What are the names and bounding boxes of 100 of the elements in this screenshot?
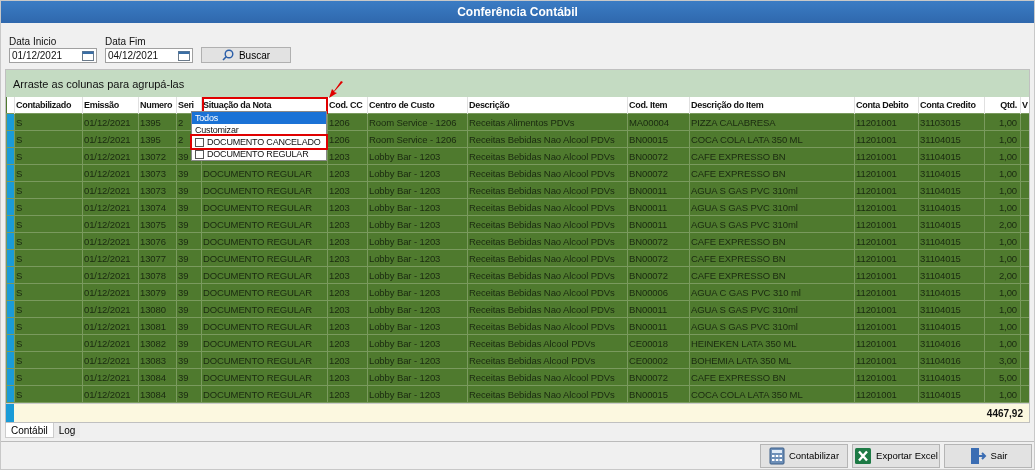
table-cell: 11201001 [854, 198, 919, 216]
table-cell: Lobby Bar - 1203 [367, 300, 468, 318]
table-cell: 31104015 [918, 283, 985, 301]
checkbox[interactable] [195, 149, 204, 159]
table-cell: CE00002 [627, 351, 690, 369]
table-cell: 1203 [327, 351, 368, 369]
table-cell: 01/12/2021 [82, 317, 139, 335]
column-header[interactable]: Qtd. [984, 97, 1021, 114]
table-cell: BOHEMIA LATA 350 ML [689, 351, 855, 369]
column-header[interactable]: Cod. Item [627, 97, 690, 114]
table-cell: 13080 [138, 300, 177, 318]
row-indicator[interactable] [6, 317, 15, 335]
table-cell: BN00015 [627, 385, 690, 403]
action-button[interactable]: Sair [944, 443, 1032, 468]
row-indicator[interactable] [6, 147, 15, 165]
table-cell: 1,00 [984, 164, 1021, 182]
table-cell: CE00018 [627, 334, 690, 352]
table-cell: CAFE EXPRESSO BN [689, 368, 855, 386]
row-indicator[interactable] [6, 215, 15, 233]
table-cell: DOCUMENTO REGULAR [201, 249, 328, 267]
table-cell: DOCUMENTO REGULAR [201, 198, 328, 216]
table-cell: MA00004 [627, 113, 690, 131]
table-cell: BN00011 [627, 300, 690, 318]
table-cell: S [14, 198, 83, 216]
search-button[interactable]: Buscar [201, 47, 291, 63]
calendar-icon[interactable] [82, 50, 94, 61]
table-cell: S [14, 147, 83, 165]
row-indicator[interactable] [6, 232, 15, 250]
action-button[interactable]: Exportar Excel [852, 443, 940, 468]
table-cell: 13084 [138, 368, 177, 386]
column-header[interactable]: Conta Debito [854, 97, 919, 114]
table-cell: AGUA S GAS PVC 310ml [689, 317, 855, 335]
date-field[interactable]: 04/12/2021 [105, 48, 193, 63]
table-cell: 31104015 [918, 249, 985, 267]
table-cell: 13077 [138, 249, 177, 267]
row-indicator[interactable] [6, 130, 15, 148]
date-field[interactable]: 01/12/2021 [9, 48, 97, 63]
row-indicator[interactable] [6, 368, 15, 386]
table-cell: 1395 [138, 130, 177, 148]
column-header[interactable]: Descrição [467, 97, 628, 114]
tab[interactable]: Contábil [5, 423, 54, 438]
table-cell: Receitas Bebidas Alcool PDVs [467, 351, 628, 369]
table-cell: 1,00 [984, 317, 1021, 335]
row-indicator[interactable] [6, 300, 15, 318]
table-cell: 01/12/2021 [82, 249, 139, 267]
table-cell: Lobby Bar - 1203 [367, 164, 468, 182]
table-cell: 1203 [327, 266, 368, 284]
table-cell: 01/12/2021 [82, 113, 139, 131]
filter-option[interactable]: Todos [192, 112, 326, 124]
row-indicator[interactable] [6, 113, 15, 131]
table-cell: 13075 [138, 215, 177, 233]
table-cell: 01/12/2021 [82, 130, 139, 148]
table-cell: Receitas Bebidas Nao Alcool PDVs [467, 249, 628, 267]
row-indicator[interactable] [6, 164, 15, 182]
column-header[interactable]: Numero [138, 97, 177, 114]
column-header[interactable]: Emissão [82, 97, 139, 114]
table-cell: 1,00 [984, 113, 1021, 131]
row-indicator[interactable] [6, 385, 15, 403]
checkbox[interactable] [195, 137, 204, 147]
table-cell: AGUA C GAS PVC 310 ml [689, 283, 855, 301]
row-indicator[interactable] [6, 266, 15, 284]
table-cell: Receitas Alimentos PDVs [467, 113, 628, 131]
calendar-icon[interactable] [178, 50, 190, 61]
table-cell: AGUA S GAS PVC 310ml [689, 198, 855, 216]
column-header[interactable]: Descrição do Item [689, 97, 855, 114]
table-cell: S [14, 181, 83, 199]
table-cell: 1,00 [984, 283, 1021, 301]
table-cell: 31104015 [918, 300, 985, 318]
table-cell: 1,00 [984, 385, 1021, 403]
row-indicator[interactable] [6, 198, 15, 216]
column-header[interactable]: Centro de Custo [367, 97, 468, 114]
column-header[interactable]: Contabilizado [14, 97, 83, 114]
table-cell: 11201001 [854, 232, 919, 250]
row-indicator[interactable] [6, 283, 15, 301]
table-cell: 31104016 [918, 351, 985, 369]
table-cell: S [14, 385, 83, 403]
row-indicator[interactable] [6, 249, 15, 267]
table-cell: BN00072 [627, 232, 690, 250]
table-cell: 13073 [138, 181, 177, 199]
table-cell: 01/12/2021 [82, 300, 139, 318]
table-cell: DOCUMENTO REGULAR [201, 368, 328, 386]
column-header[interactable]: Cod. CC [327, 97, 368, 114]
table-cell: CAFE EXPRESSO BN [689, 266, 855, 284]
column-header[interactable]: V [1020, 97, 1029, 114]
table-cell: 1206 [327, 130, 368, 148]
row-indicator[interactable] [6, 181, 15, 199]
table-cell: 1203 [327, 283, 368, 301]
table-cell: S [14, 368, 83, 386]
table-cell: Lobby Bar - 1203 [367, 368, 468, 386]
tab[interactable]: Log [53, 423, 81, 438]
action-button[interactable]: Contabilizar [760, 443, 848, 468]
table-cell: 31104015 [918, 368, 985, 386]
table-cell: Receitas Bebidas Nao Alcool PDVs [467, 283, 628, 301]
row-indicator[interactable] [6, 351, 15, 369]
table-cell: 1203 [327, 164, 368, 182]
table-cell: 1,00 [984, 147, 1021, 165]
column-header[interactable]: Conta Credito [918, 97, 985, 114]
row-indicator[interactable] [6, 334, 15, 352]
table-cell: COCA COLA LATA 350 ML [689, 130, 855, 148]
table-cell: Receitas Bebidas Nao Alcool PDVs [467, 300, 628, 318]
